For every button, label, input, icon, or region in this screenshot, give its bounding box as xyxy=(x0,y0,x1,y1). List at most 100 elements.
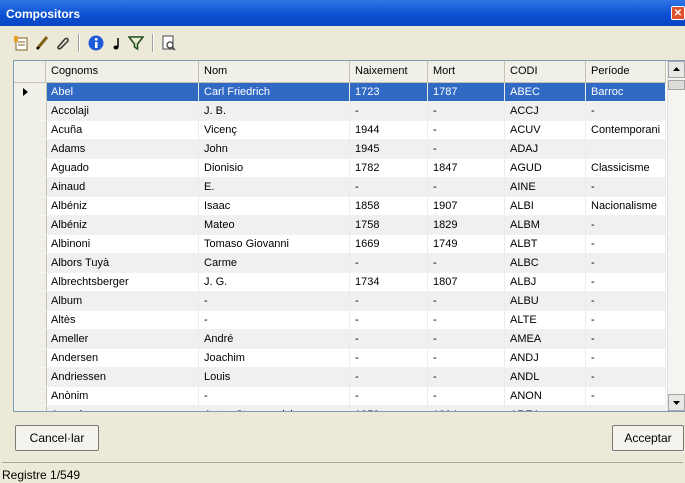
table-row[interactable]: Aguado Dionisio 1782 1847 AGUD Classicisme xyxy=(14,159,666,178)
table-row[interactable]: Albéniz Isaac 1858 1907 ALBI Nacionalisme xyxy=(14,197,666,216)
cell-nom[interactable]: - xyxy=(199,292,350,310)
cell-mort[interactable]: 1907 xyxy=(428,197,505,215)
cell-codi[interactable]: ACUV xyxy=(505,121,586,139)
cell-periode[interactable]: - xyxy=(586,102,666,120)
cell-naixement[interactable]: - xyxy=(350,387,428,405)
cell-periode[interactable]: - xyxy=(586,254,666,272)
cell-cognoms[interactable]: Albéniz xyxy=(46,216,199,234)
cell-naixement[interactable]: 1758 xyxy=(350,216,428,234)
cell-nom[interactable]: John xyxy=(199,140,350,158)
cell-cognoms[interactable]: Albéniz xyxy=(46,197,199,215)
info-icon[interactable] xyxy=(87,34,105,52)
column-header-periode[interactable]: Període xyxy=(586,61,666,82)
cancel-button[interactable]: Cancel·lar xyxy=(15,425,99,451)
cell-mort[interactable]: - xyxy=(428,140,505,158)
table-row[interactable]: Accolaji J. B. - - ACCJ - xyxy=(14,102,666,121)
table-row[interactable]: Albrechtsberger J. G. 1734 1807 ALBJ - xyxy=(14,273,666,292)
column-header-mort[interactable]: Mort xyxy=(428,61,505,82)
cell-codi[interactable]: ANDJ xyxy=(505,349,586,367)
cell-naixement[interactable]: - xyxy=(350,102,428,120)
clear-icon[interactable] xyxy=(54,34,72,52)
scroll-up-button[interactable] xyxy=(668,61,685,78)
cell-mort[interactable]: - xyxy=(428,292,505,310)
row-indicator[interactable] xyxy=(14,102,47,120)
table-row[interactable]: Andersen Joachim - - ANDJ - xyxy=(14,349,666,368)
cell-cognoms[interactable]: Arensky xyxy=(46,406,199,411)
column-header-cognoms[interactable]: Cognoms xyxy=(46,61,199,82)
cell-mort[interactable]: - xyxy=(428,102,505,120)
composers-grid[interactable]: Cognoms Nom Naixement Mort CODI Període … xyxy=(13,60,685,412)
cell-naixement[interactable]: - xyxy=(350,349,428,367)
cell-cognoms[interactable]: Albors Tuyà xyxy=(46,254,199,272)
cell-nom[interactable]: E. xyxy=(199,178,350,196)
cell-cognoms[interactable]: Albinoni xyxy=(46,235,199,253)
cell-periode[interactable]: - xyxy=(586,292,666,310)
table-row[interactable]: Ameller André - - AMEA - xyxy=(14,330,666,349)
cell-nom[interactable]: Isaac xyxy=(199,197,350,215)
cell-mort[interactable]: - xyxy=(428,349,505,367)
cell-naixement[interactable]: - xyxy=(350,292,428,310)
cell-nom[interactable]: - xyxy=(199,311,350,329)
cell-naixement[interactable]: 1858 xyxy=(350,197,428,215)
cell-codi[interactable]: ALBJ xyxy=(505,273,586,291)
cell-naixement[interactable]: 1859 xyxy=(350,406,428,411)
cell-naixement[interactable]: - xyxy=(350,330,428,348)
table-row[interactable]: Adams John 1945- ADAJ xyxy=(14,140,666,159)
cell-cognoms[interactable]: Anònim xyxy=(46,387,199,405)
cell-nom[interactable]: - xyxy=(199,387,350,405)
row-indicator[interactable] xyxy=(14,178,47,196)
cell-periode[interactable]: - xyxy=(586,368,666,386)
cell-periode[interactable]: Contemporani xyxy=(586,121,666,139)
cell-nom[interactable]: Dionisio xyxy=(199,159,350,177)
cell-cognoms[interactable]: Ameller xyxy=(46,330,199,348)
row-indicator[interactable] xyxy=(14,140,47,158)
cell-cognoms[interactable]: Ainaud xyxy=(46,178,199,196)
music-note-icon[interactable] xyxy=(108,34,126,52)
cell-codi[interactable]: AREA xyxy=(505,406,586,411)
cell-codi[interactable]: ALBU xyxy=(505,292,586,310)
cell-codi[interactable]: ACCJ xyxy=(505,102,586,120)
cell-mort[interactable]: - xyxy=(428,121,505,139)
cell-cognoms[interactable]: Accolaji xyxy=(46,102,199,120)
table-row[interactable]: Acuña Vicenç 1944- ACUV Contemporani xyxy=(14,121,666,140)
cell-mort[interactable]: 1904 xyxy=(428,406,505,411)
cell-codi[interactable]: ALBM xyxy=(505,216,586,234)
filter-icon[interactable] xyxy=(127,34,145,52)
cell-periode[interactable] xyxy=(586,140,666,158)
cell-codi[interactable]: AINE xyxy=(505,178,586,196)
cell-mort[interactable]: - xyxy=(428,311,505,329)
row-indicator[interactable] xyxy=(14,311,47,329)
column-header-nom[interactable]: Nom xyxy=(199,61,350,82)
cell-codi[interactable]: ALTE xyxy=(505,311,586,329)
cell-codi[interactable]: AGUD xyxy=(505,159,586,177)
cell-mort[interactable]: - xyxy=(428,368,505,386)
close-button[interactable]: ✕ xyxy=(671,6,685,20)
cell-periode[interactable]: Classicisme xyxy=(586,159,666,177)
scroll-down-button[interactable] xyxy=(668,394,685,411)
cell-cognoms[interactable]: Altès xyxy=(46,311,199,329)
cell-mort[interactable]: - xyxy=(428,178,505,196)
table-row[interactable]: Altès - - - ALTE - xyxy=(14,311,666,330)
cell-nom[interactable]: Mateo xyxy=(199,216,350,234)
row-indicator[interactable] xyxy=(14,254,47,272)
cell-codi[interactable]: ALBI xyxy=(505,197,586,215)
row-indicator[interactable] xyxy=(14,273,47,291)
row-indicator[interactable] xyxy=(14,83,47,101)
cell-naixement[interactable]: 1723 xyxy=(350,83,428,101)
column-header-naixement[interactable]: Naixement xyxy=(350,61,428,82)
cell-nom[interactable]: Louis xyxy=(199,368,350,386)
cell-nom[interactable]: Carl Friedrich xyxy=(199,83,350,101)
cell-periode[interactable]: - xyxy=(586,311,666,329)
cell-nom[interactable]: J. G. xyxy=(199,273,350,291)
preview-icon[interactable] xyxy=(160,34,178,52)
row-indicator[interactable] xyxy=(14,235,47,253)
cell-mort[interactable]: - xyxy=(428,330,505,348)
edit-icon[interactable] xyxy=(33,34,51,52)
table-row[interactable]: Albors Tuyà Carme - - ALBC - xyxy=(14,254,666,273)
cell-cognoms[interactable]: Acuña xyxy=(46,121,199,139)
cell-mort[interactable]: 1749 xyxy=(428,235,505,253)
table-row[interactable]: Albinoni Tomaso Giovanni 1669 1749 ALBT - xyxy=(14,235,666,254)
cell-codi[interactable]: ANDL xyxy=(505,368,586,386)
table-row[interactable]: ArenskyAnton Stepanovich18591904AREA- xyxy=(14,406,666,411)
row-indicator[interactable] xyxy=(14,368,47,386)
